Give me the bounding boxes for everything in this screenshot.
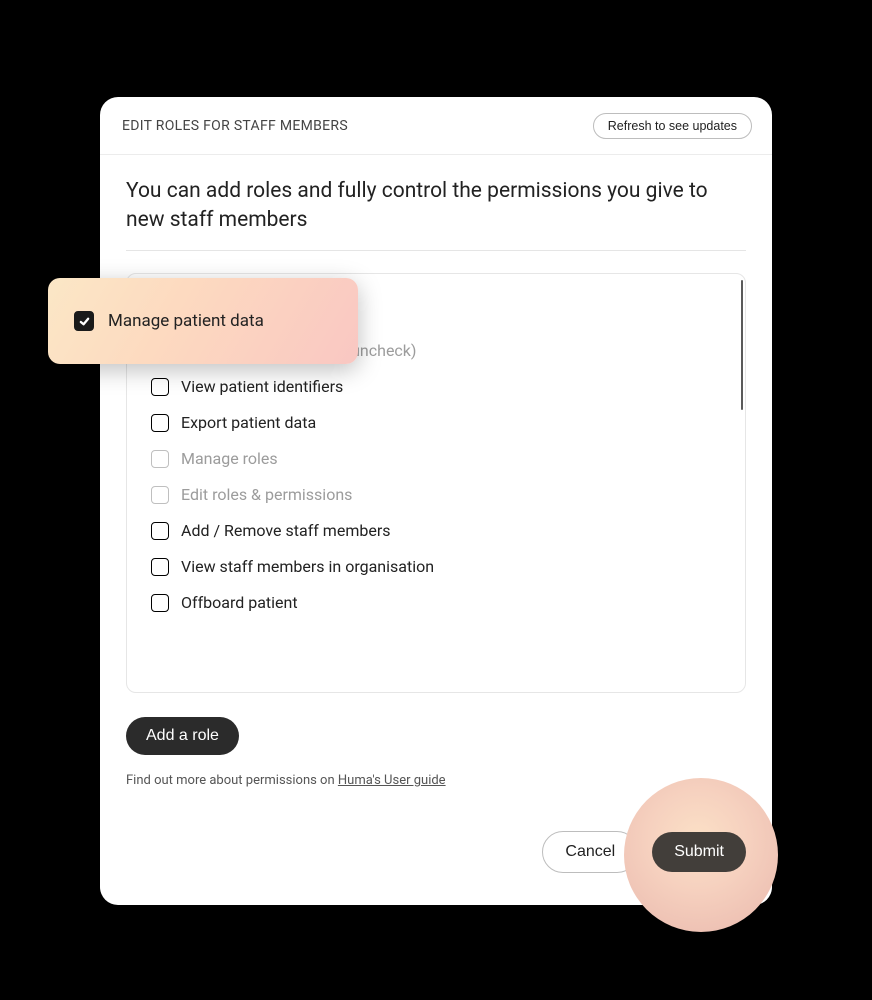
permission-row-manage-roles: Manage roles	[151, 448, 745, 470]
checkbox-unchecked-icon[interactable]	[151, 558, 169, 576]
permission-label: Offboard patient	[181, 592, 298, 614]
scrollbar[interactable]	[741, 280, 743, 410]
highlight-manage-patient-data[interactable]: Manage patient data	[48, 278, 358, 364]
modal-title: EDIT ROLES FOR STAFF MEMBERS	[122, 118, 348, 134]
permission-label: Edit roles & permissions	[181, 484, 352, 506]
cancel-button[interactable]: Cancel	[542, 831, 638, 873]
refresh-button[interactable]: Refresh to see updates	[593, 113, 752, 139]
checkbox-disabled-icon	[151, 486, 169, 504]
permission-row-edit-roles-permissions: Edit roles & permissions	[151, 484, 745, 506]
modal-actions: Cancel Submit	[542, 831, 746, 873]
divider	[126, 250, 746, 251]
permission-label: Export patient data	[181, 412, 316, 434]
submit-button[interactable]: Submit	[652, 832, 746, 872]
permission-row-add-remove-staff[interactable]: Add / Remove staff members	[151, 520, 745, 542]
checkbox-unchecked-icon[interactable]	[151, 522, 169, 540]
permission-label: Manage roles	[181, 448, 278, 470]
permission-label: Add / Remove staff members	[181, 520, 391, 542]
modal-header: EDIT ROLES FOR STAFF MEMBERS Refresh to …	[100, 97, 772, 155]
permission-label: View staff members in organisation	[181, 556, 434, 578]
highlight-label: Manage patient data	[108, 311, 264, 331]
checkbox-unchecked-icon[interactable]	[151, 414, 169, 432]
checkbox-disabled-icon	[151, 450, 169, 468]
add-role-button[interactable]: Add a role	[126, 717, 239, 755]
edit-roles-modal: EDIT ROLES FOR STAFF MEMBERS Refresh to …	[100, 97, 772, 905]
footnote: Find out more about permissions on Huma'…	[126, 773, 772, 788]
checkbox-unchecked-icon[interactable]	[151, 378, 169, 396]
footnote-prefix: Find out more about permissions on	[126, 773, 338, 788]
permission-row-export-patient-data[interactable]: Export patient data	[151, 412, 745, 434]
checkbox-checked-icon[interactable]	[74, 311, 94, 331]
intro-text: You can add roles and fully control the …	[100, 155, 772, 250]
permission-label: View patient identifiers	[181, 376, 343, 398]
permission-row-view-staff-org[interactable]: View staff members in organisation	[151, 556, 745, 578]
checkbox-unchecked-icon[interactable]	[151, 594, 169, 612]
user-guide-link[interactable]: Huma's User guide	[338, 773, 446, 788]
permission-row-offboard-patient[interactable]: Offboard patient	[151, 592, 745, 614]
permission-row-view-patient-identifiers[interactable]: View patient identifiers	[151, 376, 745, 398]
